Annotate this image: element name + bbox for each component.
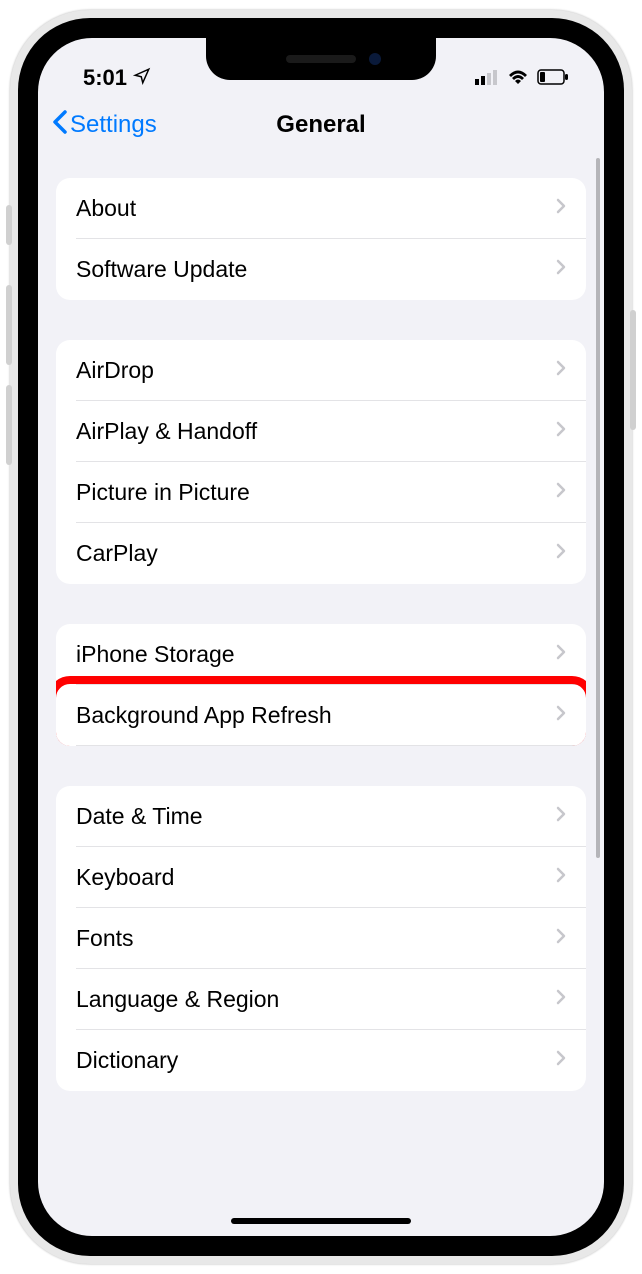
settings-group-3: iPhone Storage Background App Refresh [56, 624, 586, 746]
back-button[interactable]: Settings [52, 108, 157, 142]
chevron-right-icon [556, 542, 566, 565]
battery-icon [537, 65, 569, 91]
row-label: AirPlay & Handoff [76, 418, 257, 445]
row-dictionary[interactable]: Dictionary [56, 1030, 586, 1091]
screen: 5:01 [38, 38, 604, 1236]
settings-group-1: About Software Update [56, 178, 586, 300]
row-airplay-handoff[interactable]: AirPlay & Handoff [56, 401, 586, 462]
row-iphone-storage[interactable]: iPhone Storage [56, 624, 586, 685]
content-area[interactable]: About Software Update AirDrop AirPlay & [38, 158, 604, 1236]
row-fonts[interactable]: Fonts [56, 908, 586, 969]
row-label: iPhone Storage [76, 641, 235, 668]
mute-switch [6, 205, 12, 245]
chevron-right-icon [556, 704, 566, 727]
row-label: Dictionary [76, 1047, 178, 1074]
row-software-update[interactable]: Software Update [56, 239, 586, 300]
chevron-right-icon [556, 258, 566, 281]
chevron-right-icon [556, 866, 566, 889]
row-background-app-refresh[interactable]: Background App Refresh [56, 685, 586, 746]
row-airdrop[interactable]: AirDrop [56, 340, 586, 401]
nav-header: Settings General [38, 98, 604, 158]
chevron-right-icon [556, 927, 566, 950]
chevron-right-icon [556, 420, 566, 443]
home-indicator[interactable] [231, 1218, 411, 1224]
chevron-right-icon [556, 988, 566, 1011]
chevron-left-icon [52, 108, 68, 142]
row-label: CarPlay [76, 540, 158, 567]
power-button [630, 310, 636, 430]
chevron-right-icon [556, 1049, 566, 1072]
row-language-region[interactable]: Language & Region [56, 969, 586, 1030]
row-label: Picture in Picture [76, 479, 250, 506]
scroll-indicator[interactable] [596, 158, 600, 858]
chevron-right-icon [556, 359, 566, 382]
chevron-right-icon [556, 481, 566, 504]
back-label: Settings [70, 111, 157, 139]
row-date-time[interactable]: Date & Time [56, 786, 586, 847]
row-about[interactable]: About [56, 178, 586, 239]
row-label: AirDrop [76, 357, 154, 384]
chevron-right-icon [556, 805, 566, 828]
volume-down-button [6, 385, 12, 465]
row-label: Software Update [76, 256, 247, 283]
row-label: Background App Refresh [76, 702, 332, 729]
wifi-icon [507, 65, 529, 91]
row-label: Date & Time [76, 803, 203, 830]
location-arrow-icon [133, 65, 151, 91]
phone-frame: 5:01 [10, 10, 632, 1264]
cellular-signal-icon [475, 65, 499, 91]
notch [206, 38, 436, 80]
row-label: Language & Region [76, 986, 279, 1013]
status-left: 5:01 [83, 65, 151, 91]
settings-group-2: AirDrop AirPlay & Handoff Picture in Pic… [56, 340, 586, 584]
row-picture-in-picture[interactable]: Picture in Picture [56, 462, 586, 523]
status-time: 5:01 [83, 65, 127, 91]
volume-up-button [6, 285, 12, 365]
row-carplay[interactable]: CarPlay [56, 523, 586, 584]
phone-bezel: 5:01 [18, 18, 624, 1256]
status-right [475, 65, 569, 91]
row-label: Fonts [76, 925, 134, 952]
chevron-right-icon [556, 643, 566, 666]
row-label: About [76, 195, 136, 222]
page-title: General [276, 111, 365, 139]
row-keyboard[interactable]: Keyboard [56, 847, 586, 908]
row-label: Keyboard [76, 864, 174, 891]
front-camera [369, 53, 381, 65]
settings-group-4: Date & Time Keyboard Fonts Language & Re… [56, 786, 586, 1091]
chevron-right-icon [556, 197, 566, 220]
speaker [286, 55, 356, 63]
